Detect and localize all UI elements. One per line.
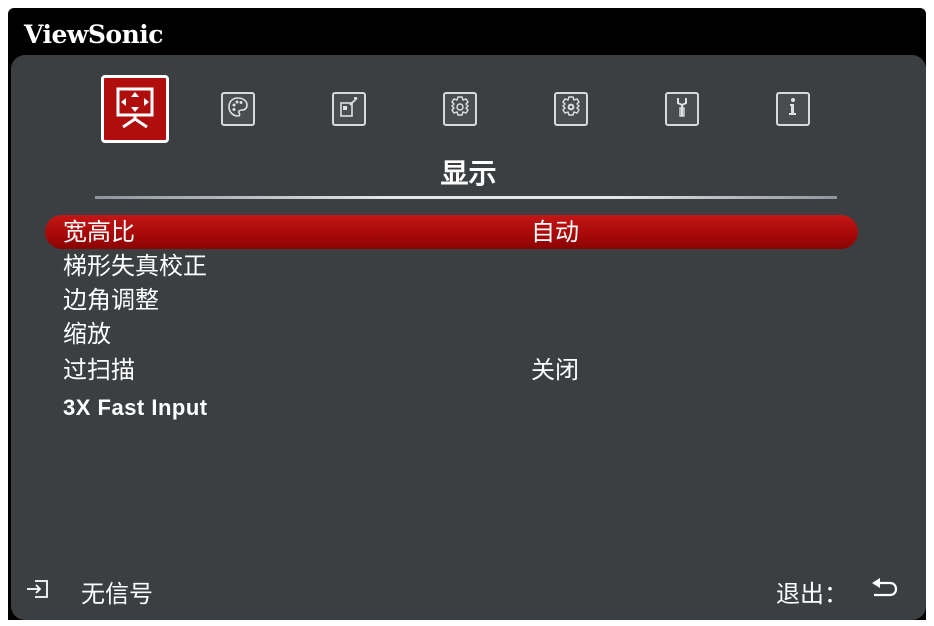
menu-item-label: 过扫描 xyxy=(63,356,135,384)
tab-tools[interactable] xyxy=(665,92,699,126)
menu-panel: 显示 宽高比 自动 梯形失真校正 边角调整 缩放 过扫描 关闭 3X Fast … xyxy=(11,55,926,620)
source-status: 无信号 xyxy=(25,574,153,609)
return-arrow-icon xyxy=(848,577,898,606)
wrench-tools-icon xyxy=(670,95,694,123)
menu-item-3x-fast-input[interactable]: 3X Fast Input xyxy=(45,391,858,425)
picture-palette-icon xyxy=(226,95,250,123)
tab-information[interactable] xyxy=(776,92,810,126)
advanced-settings-gear-icon xyxy=(559,95,583,123)
input-source-icon xyxy=(25,578,81,606)
menu-item-label: 缩放 xyxy=(63,320,111,348)
menu-item-label: 3X Fast Input xyxy=(63,395,208,420)
information-icon xyxy=(781,95,805,123)
exit-label: 退出： xyxy=(776,580,848,608)
menu-item-overscan[interactable]: 过扫描 关闭 xyxy=(45,353,858,387)
source-status-text: 无信号 xyxy=(81,580,153,608)
osd-frame: ViewSonic 显示 宽高比 自动 梯形失真校正 边角调整 缩放 过扫描 关… xyxy=(8,8,926,620)
menu-item-value: 关闭 xyxy=(531,356,579,384)
menu-item-keystone[interactable]: 梯形失真校正 xyxy=(45,249,858,283)
exit-hint: 退出： xyxy=(776,574,898,609)
menu-item-zoom[interactable]: 缩放 xyxy=(45,317,858,351)
tab-power[interactable] xyxy=(332,92,366,126)
display-icon xyxy=(109,81,161,137)
menu-item-label: 边角调整 xyxy=(63,286,159,314)
menu-item-value: 自动 xyxy=(531,218,579,246)
title-divider xyxy=(95,196,837,199)
brand-logo: ViewSonic xyxy=(24,20,164,49)
tab-picture[interactable] xyxy=(221,92,255,126)
power-management-icon xyxy=(337,95,361,123)
tab-basic-settings[interactable] xyxy=(443,92,477,126)
tab-advanced-settings[interactable] xyxy=(554,92,588,126)
tab-display[interactable] xyxy=(101,75,169,143)
basic-settings-gear-icon xyxy=(448,95,472,123)
section-title: 显示 xyxy=(440,157,497,190)
menu-item-label: 宽高比 xyxy=(63,218,135,246)
menu-item-aspect-ratio[interactable]: 宽高比 自动 xyxy=(45,215,858,249)
menu-item-label: 梯形失真校正 xyxy=(63,252,207,280)
menu-item-corner-adjust[interactable]: 边角调整 xyxy=(45,283,858,317)
